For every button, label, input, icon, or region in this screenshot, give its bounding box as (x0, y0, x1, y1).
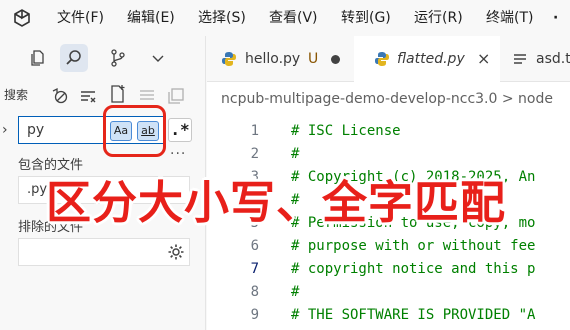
editor-tab-bar: hello.py U flatted.py × asd.t (207, 36, 570, 82)
gear-icon[interactable] (167, 243, 185, 261)
menu-terminal[interactable]: 终端(T) (486, 9, 533, 27)
menu-run[interactable]: 运行(R) (414, 9, 463, 27)
menu-go[interactable]: 转到(G) (341, 9, 391, 27)
close-icon[interactable]: × (477, 36, 490, 82)
menu-view[interactable]: 查看(V) (269, 9, 318, 27)
collapse-all-icon[interactable] (166, 86, 186, 106)
unsaved-dot-icon[interactable] (331, 55, 340, 64)
code-line: 6 # purpose with or without fee (207, 235, 570, 258)
toggle-replace-icon[interactable]: › (2, 122, 8, 138)
line-text: # ISC License (291, 123, 401, 139)
line-text: # (291, 146, 300, 162)
exclude-files-input[interactable] (18, 238, 190, 266)
search-view-title: 搜索 (4, 88, 29, 102)
menu-edit[interactable]: 编辑(E) (127, 9, 175, 27)
source-control-icon (111, 49, 125, 67)
code-line: 7 # copyright notice and this p (207, 258, 570, 281)
tab-hello-py[interactable]: hello.py U (207, 36, 353, 82)
menu-bar: 文件(F) 编辑(E) 选择(S) 查看(V) 转到(G) 运行(R) 终端(T… (0, 0, 570, 36)
annotation-caption: 区分大小写、全字匹配 (46, 176, 507, 229)
use-regex-button[interactable]: .* (168, 118, 192, 142)
python-file-icon (222, 52, 236, 66)
chevron-down-icon (152, 55, 164, 62)
menu-more[interactable]: · (553, 9, 558, 27)
views-dropdown-button[interactable] (144, 44, 172, 72)
include-files-value: .py (27, 182, 48, 197)
breadcrumb[interactable]: ncpub-multipage-demo-develop-ncc3.0 > no… (221, 91, 553, 107)
tab-label: hello.py (245, 51, 301, 67)
tab-flatted-py[interactable]: flatted.py × (354, 36, 500, 82)
python-file-icon (375, 52, 389, 66)
code-line: 9 # THE SOFTWARE IS PROVIDED "A (207, 304, 570, 327)
source-control-button[interactable] (104, 44, 132, 72)
line-number: 1 (250, 123, 259, 139)
tab-label: flatted.py (397, 51, 465, 67)
line-number: 7 (250, 261, 259, 277)
view-as-tree-icon[interactable] (137, 86, 157, 106)
code-line: 8 # (207, 281, 570, 304)
new-search-editor-icon[interactable] (108, 84, 128, 104)
tab-label: asd.t (536, 51, 570, 67)
line-number: 2 (250, 146, 259, 162)
line-text: # copyright notice and this p (291, 261, 536, 277)
untracked-badge: U (308, 51, 319, 67)
menu-selection[interactable]: 选择(S) (198, 9, 246, 27)
line-number: 8 (250, 284, 259, 300)
menu-file[interactable]: 文件(F) (57, 9, 104, 27)
line-text: # (291, 284, 300, 300)
text-file-icon (514, 54, 526, 64)
tab-asd[interactable]: asd.t (501, 36, 570, 82)
line-text: # purpose with or without fee (291, 238, 536, 254)
include-files-label: 包含的文件 (18, 158, 84, 173)
refresh-icon[interactable] (50, 86, 70, 106)
line-number: 9 (250, 307, 259, 323)
line-text: # THE SOFTWARE IS PROVIDED "A (291, 307, 536, 323)
highlight-ring (103, 105, 166, 157)
toggle-search-details-button[interactable]: ··· (170, 146, 186, 162)
explorer-button[interactable] (24, 44, 52, 72)
code-line: 2 # (207, 143, 570, 166)
files-icon (31, 50, 44, 66)
search-icon (66, 50, 81, 65)
line-number: 6 (250, 238, 259, 254)
clear-results-icon[interactable] (78, 86, 98, 106)
search-input[interactable] (27, 121, 97, 139)
code-line: 1 # ISC License (207, 120, 570, 143)
vscode-logo-icon[interactable] (13, 9, 31, 27)
search-view-button[interactable] (60, 44, 88, 72)
